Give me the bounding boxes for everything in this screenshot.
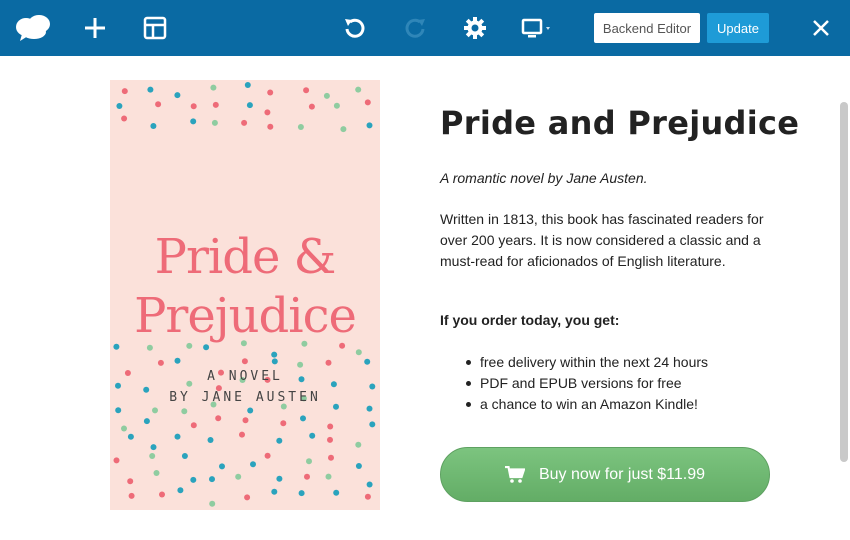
- book-description: Written in 1813, this book has fascinate…: [440, 211, 764, 269]
- list-item: PDF and EPUB versions for free: [466, 373, 708, 394]
- plus-icon[interactable]: [78, 0, 112, 56]
- layout-icon[interactable]: [138, 0, 172, 56]
- cover-title-line-1: Pride &: [154, 229, 337, 285]
- page-title: Pride and Prejudice: [440, 104, 800, 142]
- close-icon[interactable]: [804, 0, 838, 56]
- gear-icon[interactable]: [458, 0, 492, 56]
- undo-icon[interactable]: [338, 0, 372, 56]
- scrollbar[interactable]: [840, 102, 848, 462]
- list-item: free delivery within the next 24 hours: [466, 352, 708, 373]
- buy-now-button[interactable]: Buy now for just $11.99: [440, 447, 770, 502]
- cover-title-line-2: Prejudice: [134, 288, 357, 344]
- monitor-icon[interactable]: [518, 0, 560, 56]
- book-cover-image: Pride & Prejudice A NOVEL BY JANE AUSTEN: [110, 80, 380, 510]
- shopping-cart-icon: [504, 465, 525, 484]
- editor-toolbar: Backend Editor Update: [0, 0, 850, 56]
- book-tagline: A romantic novel by Jane Austen.: [440, 170, 648, 186]
- cover-subtitle-line-2: BY JANE AUSTEN: [169, 390, 321, 405]
- redo-icon[interactable]: [398, 0, 432, 56]
- buy-now-label: Buy now for just $11.99: [538, 465, 706, 483]
- backend-editor-button[interactable]: Backend Editor: [594, 13, 700, 43]
- benefits-list: free delivery within the next 24 hours P…: [466, 352, 708, 415]
- update-button[interactable]: Update: [707, 13, 769, 43]
- offer-heading: If you order today, you get:: [440, 312, 620, 328]
- logo-cloud-icon[interactable]: [12, 0, 54, 56]
- list-item: a chance to win an Amazon Kindle!: [466, 394, 708, 415]
- cover-subtitle-line-1: A NOVEL: [207, 369, 283, 384]
